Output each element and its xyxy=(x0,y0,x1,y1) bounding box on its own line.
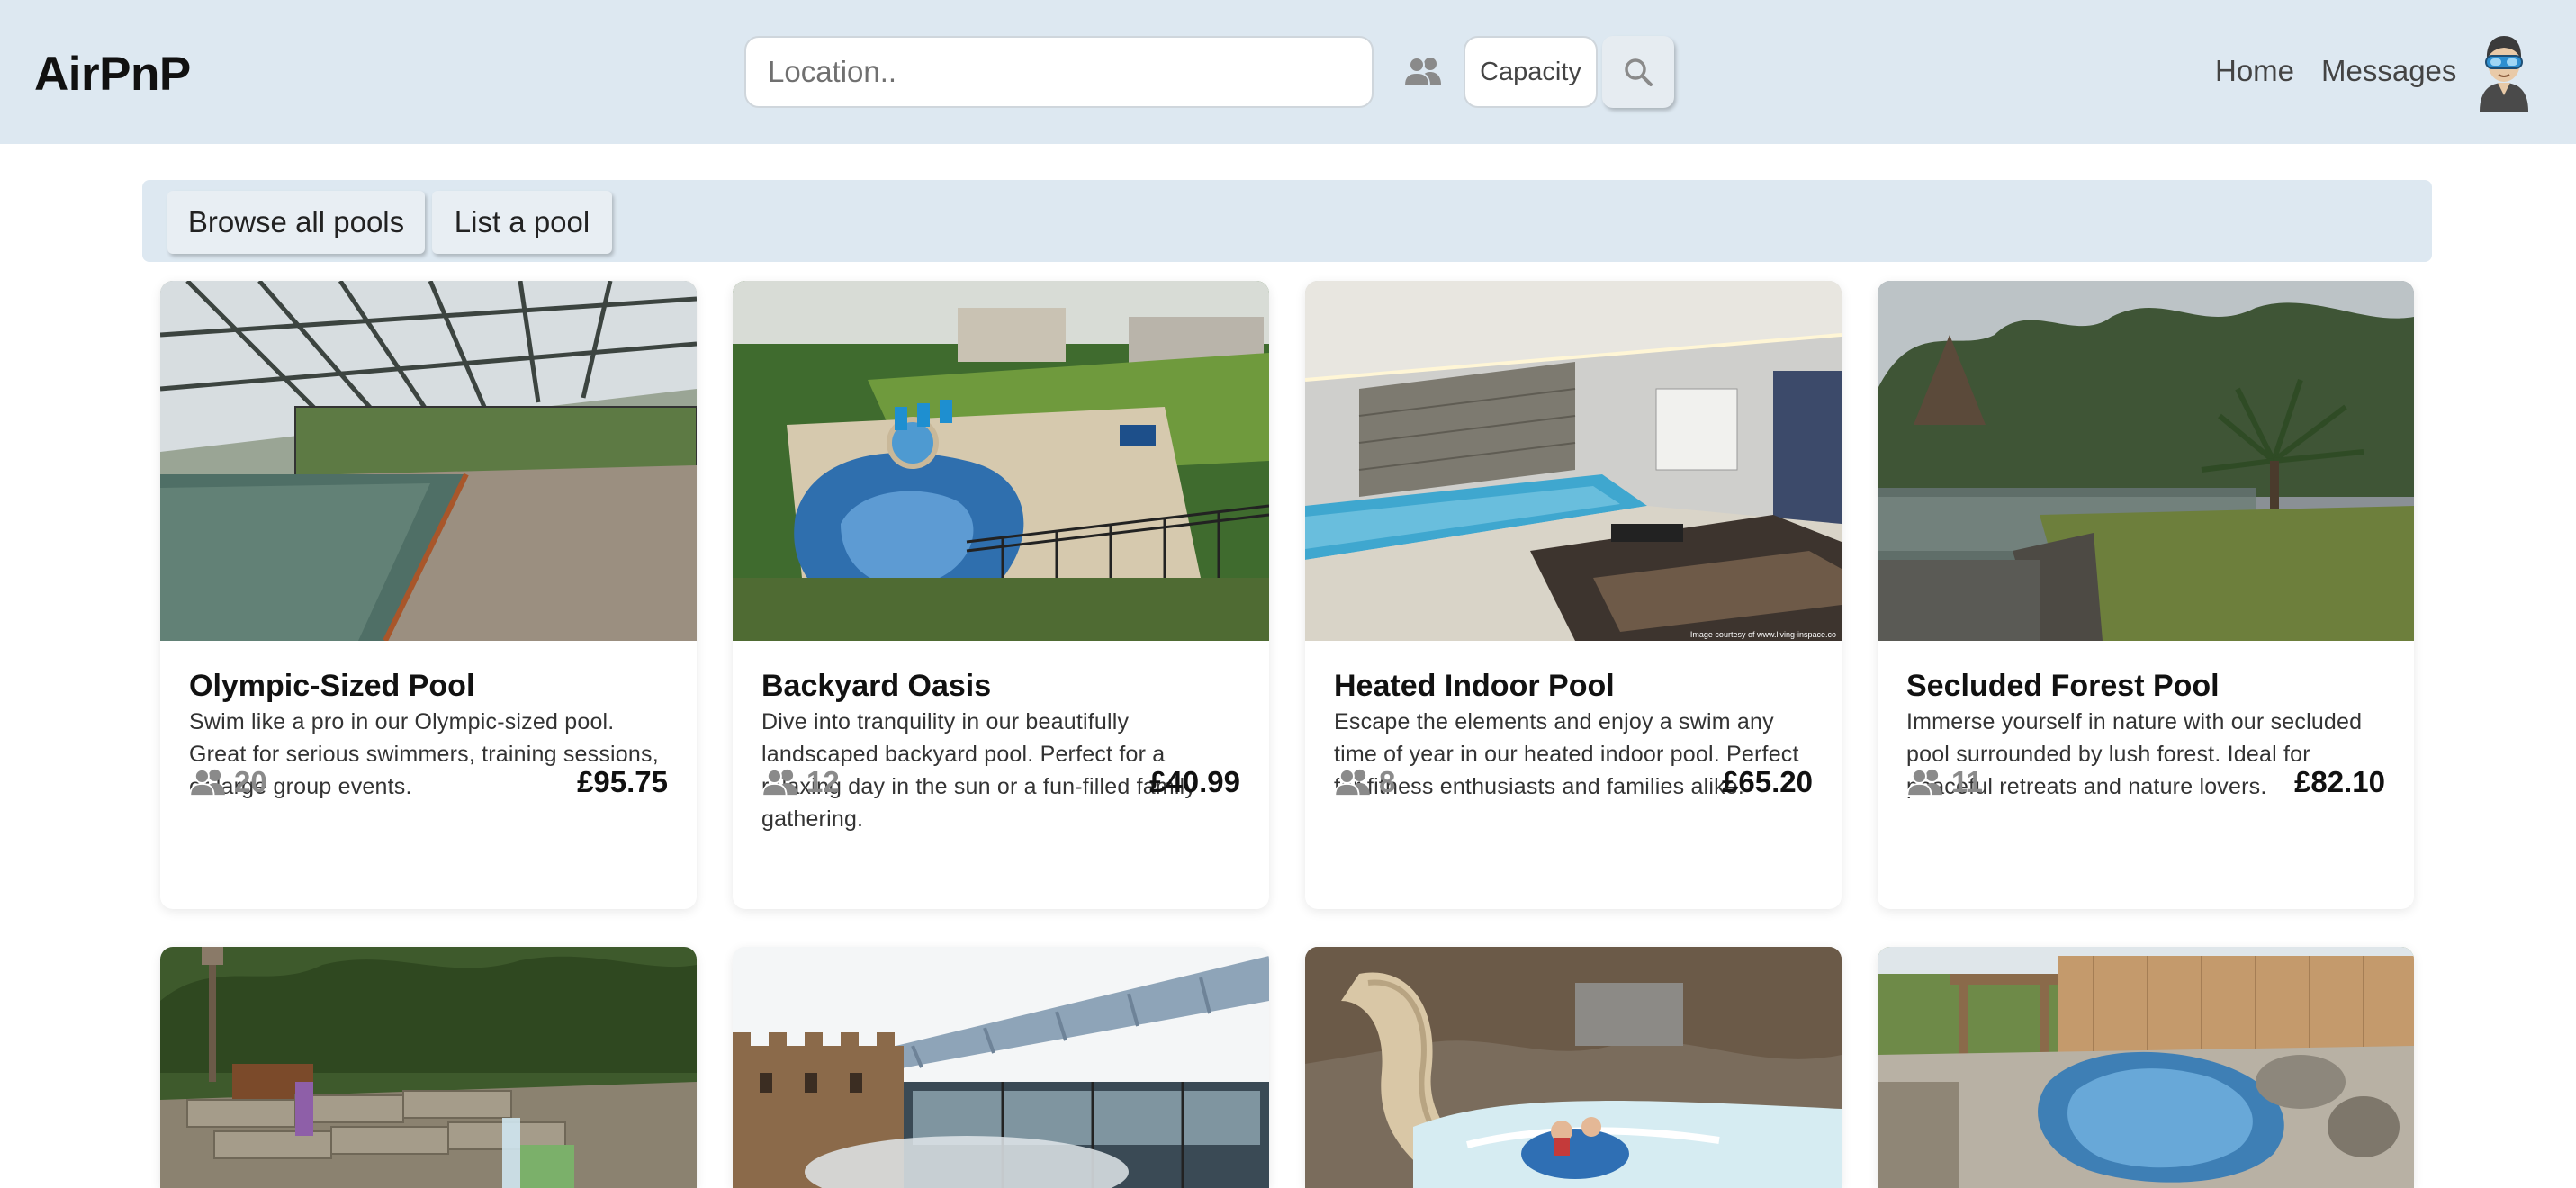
pool-card[interactable]: Backyard Oasis Dive into tranquility in … xyxy=(733,281,1269,909)
pool-title: Secluded Forest Pool xyxy=(1906,669,2220,703)
search-icon xyxy=(1625,58,1653,86)
pool-title: Olympic-Sized Pool xyxy=(189,669,475,703)
pool-price: £40.99 xyxy=(1149,765,1240,798)
top-navbar: AirPnP Capacity Home Messages xyxy=(0,0,2576,144)
pool-card[interactable]: Image courtesy of www.living-inspace.co … xyxy=(1305,281,1842,909)
pool-price: £65.20 xyxy=(1722,765,1813,798)
capacity-select[interactable]: Capacity xyxy=(1464,36,1598,108)
pool-card[interactable]: Secluded Forest Pool Immerse yourself in… xyxy=(1878,281,2414,909)
pool-card[interactable]: Olympic-Sized Pool Swim like a pro in ou… xyxy=(160,281,697,909)
card-body: Backyard Oasis Dive into tranquility in … xyxy=(761,641,1247,835)
search-button[interactable] xyxy=(1602,36,1674,108)
browse-all-pools-button[interactable]: Browse all pools xyxy=(167,191,425,254)
capacity-info: 12 xyxy=(761,765,840,799)
capacity-info: 11 xyxy=(1906,765,1983,799)
pool-card[interactable] xyxy=(1878,947,2414,1188)
pool-title: Backyard Oasis xyxy=(761,669,992,703)
people-icon xyxy=(761,768,797,796)
list-a-pool-button[interactable]: List a pool xyxy=(432,191,612,254)
nav-home-link[interactable]: Home xyxy=(2215,54,2294,88)
capacity-count: 20 xyxy=(234,765,267,798)
user-avatar[interactable] xyxy=(2474,32,2534,112)
capacity-count: 12 xyxy=(806,765,840,798)
capacity-label: Capacity xyxy=(1480,57,1581,86)
pool-photo xyxy=(160,281,697,641)
pool-title: Heated Indoor Pool xyxy=(1334,669,1615,703)
location-search-input[interactable] xyxy=(744,36,1374,108)
pool-photo xyxy=(1305,947,1842,1188)
pool-photo xyxy=(1878,947,2414,1188)
pool-photo xyxy=(733,281,1269,641)
people-icon xyxy=(189,768,225,796)
image-credit: Image courtesy of www.living-inspace.co xyxy=(1690,630,1836,639)
capacity-count: 8 xyxy=(1379,765,1396,798)
pool-photo xyxy=(733,947,1269,1188)
pool-card[interactable] xyxy=(160,947,697,1188)
pool-photo xyxy=(160,947,697,1188)
pool-card[interactable] xyxy=(1305,947,1842,1188)
pool-price: £95.75 xyxy=(577,765,668,798)
people-icon xyxy=(1906,768,1942,796)
capacity-count: 11 xyxy=(1951,765,1983,798)
nav-messages-link[interactable]: Messages xyxy=(2321,54,2456,88)
capacity-info: 20 xyxy=(189,765,267,799)
brand-logo[interactable]: AirPnP xyxy=(34,47,191,102)
pool-price: £82.10 xyxy=(2294,765,2385,798)
pool-photo xyxy=(1878,281,2414,641)
people-icon xyxy=(1403,57,1441,86)
people-icon xyxy=(1334,768,1370,796)
pool-photo: Image courtesy of www.living-inspace.co xyxy=(1305,281,1842,641)
pool-card[interactable] xyxy=(733,947,1269,1188)
capacity-info: 8 xyxy=(1334,765,1395,799)
sub-navigation: Browse all pools List a pool xyxy=(142,180,2432,262)
